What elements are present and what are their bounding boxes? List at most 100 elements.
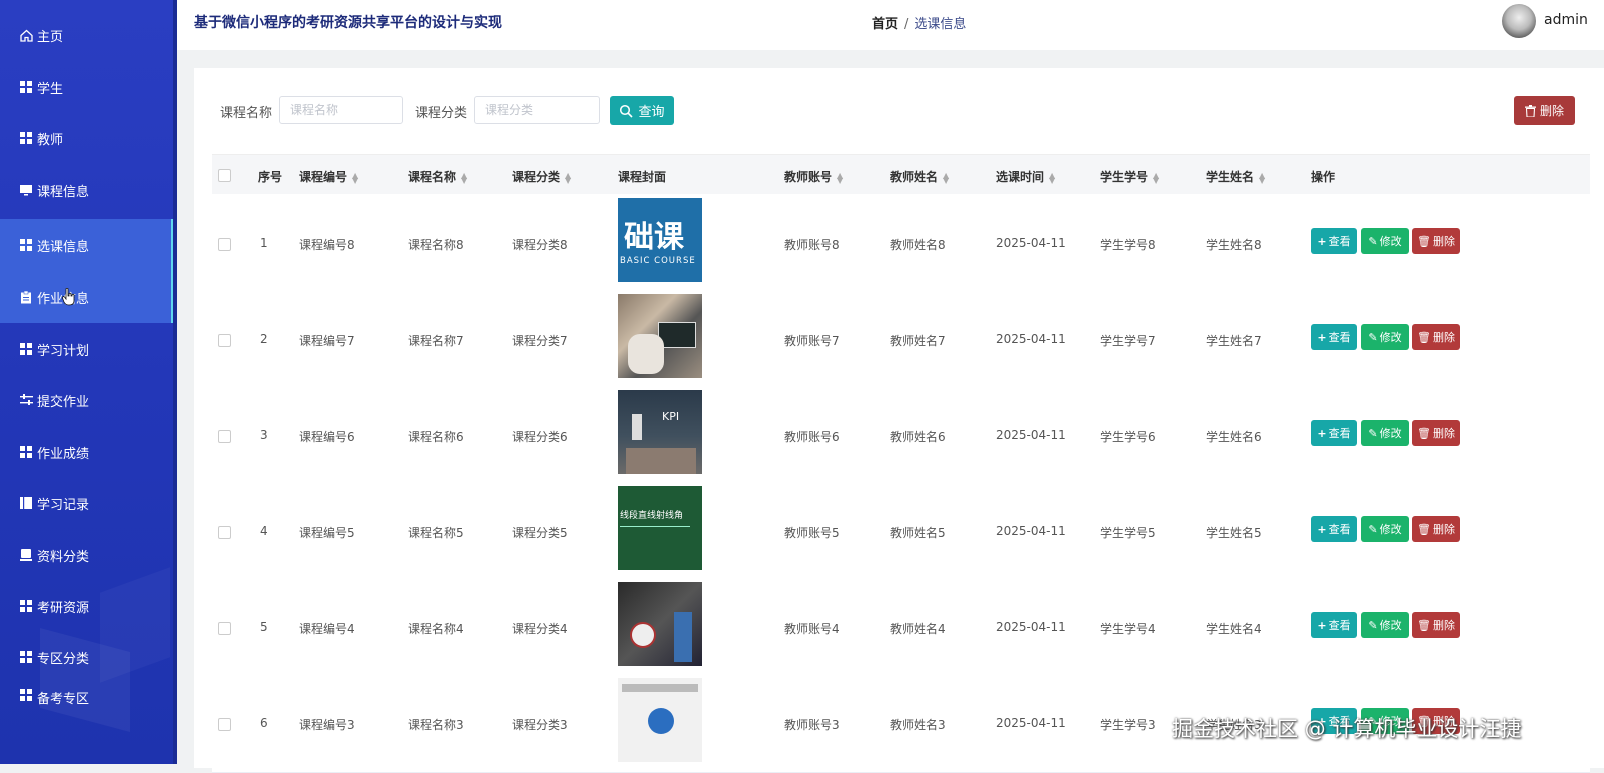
plus-icon: + (1317, 234, 1327, 248)
course-cover-image[interactable] (618, 294, 702, 378)
sidebar-item-students[interactable]: 学生 (0, 61, 177, 113)
sidebar-item-homework-scores[interactable]: 作业成绩 (0, 426, 177, 478)
row-checkbox[interactable] (218, 334, 231, 347)
cell-select-time: 2025-04-11 (996, 620, 1066, 634)
cell-select-time: 2025-04-11 (996, 428, 1066, 442)
plus-icon: + (1317, 426, 1327, 440)
view-button[interactable]: + 查看 (1311, 420, 1357, 446)
row-checkbox[interactable] (218, 622, 231, 635)
course-cover-image[interactable] (618, 582, 702, 666)
sidebar-item-submit-homework[interactable]: 提交作业 (0, 374, 177, 426)
edit-label: 修改 (1379, 235, 1402, 248)
edit-label: 修改 (1379, 331, 1402, 344)
sidebar-item-material-categories[interactable]: 资料分类 (0, 529, 177, 581)
course-category-input[interactable] (474, 96, 600, 124)
sidebar-item-teachers[interactable]: 教师 (0, 112, 177, 164)
delete-label: 删除 (1432, 331, 1455, 344)
header-course-category[interactable]: 课程分类 ▲ ▼ (512, 168, 571, 185)
view-button[interactable]: + 查看 (1311, 324, 1357, 350)
sidebar-item-course-selection[interactable]: 选课信息 (0, 219, 177, 271)
delete-button[interactable]: 🗑 删除 (1412, 612, 1460, 638)
cell-course-name: 课程名称7 (408, 334, 464, 348)
view-button[interactable]: + 查看 (1311, 516, 1357, 542)
plus-icon: + (1317, 330, 1327, 344)
sidebar-item-study-records[interactable]: 学习记录 (0, 477, 177, 529)
row-checkbox[interactable] (218, 430, 231, 443)
header-student-name[interactable]: 学生姓名 ▲ ▼ (1206, 168, 1265, 185)
header-teacher-account[interactable]: 教师账号 ▲ ▼ (784, 168, 843, 185)
search-button[interactable]: 查询 (610, 96, 674, 125)
cell-student-name: 学生姓名6 (1206, 430, 1262, 444)
breadcrumb-home[interactable]: 首页 (872, 17, 898, 32)
cell-course-category: 课程分类8 (512, 238, 568, 252)
site-title: 基于微信小程序的考研资源共享平台的设计与实现 (194, 15, 502, 31)
delete-button[interactable]: 🗑 删除 (1412, 516, 1460, 542)
header-select-time[interactable]: 选课时间 ▲ ▼ (996, 168, 1055, 185)
edit-icon: ✎ (1368, 234, 1378, 248)
sidebar-item-label: 学习记录 (37, 497, 90, 513)
header-actions: 操作 (1311, 170, 1336, 184)
view-button[interactable]: + 查看 (1311, 228, 1357, 254)
course-name-input[interactable] (279, 96, 403, 124)
watermark: 掘金技术社区 @ 计算机毕业设计汪捷 (1172, 717, 1522, 741)
header-course-name[interactable]: 课程名称 ▲ ▼ (408, 168, 467, 185)
select-all-checkbox[interactable] (218, 169, 231, 182)
sort-icon: ▲ ▼ (1049, 170, 1056, 185)
course-cover-image[interactable]: 础课 BASIC COURSE (618, 198, 702, 282)
username[interactable]: admin (1544, 12, 1588, 28)
course-cover-image[interactable]: 线段直线射线角 (618, 486, 702, 570)
cover-title: KPI (662, 410, 680, 423)
table-row: 4 课程编号5 课程名称5 课程分类5 线段直线射线角 教师账号5 教师姓名5 2025-04… (212, 482, 1590, 581)
course-cover-image[interactable]: KPI (618, 390, 702, 474)
cell-index: 2 (260, 332, 268, 346)
cell-teacher-account: 教师账号8 (784, 238, 840, 252)
table-row: 1 课程编号8 课程名称8 课程分类8 础课 BASIC COURSE 教师账号8 教师姓名8… (212, 194, 1590, 293)
view-label: 查看 (1328, 523, 1351, 536)
edit-button[interactable]: ✎ 修改 (1361, 612, 1409, 638)
header-student-no[interactable]: 学生学号 ▲ ▼ (1100, 168, 1159, 185)
batch-delete-button[interactable]: 删除 (1514, 96, 1575, 125)
edit-button[interactable]: ✎ 修改 (1361, 516, 1409, 542)
cell-course-no: 课程编号5 (299, 526, 355, 540)
sidebar-item-study-plan[interactable]: 学习计划 (0, 323, 177, 375)
avatar[interactable] (1502, 4, 1536, 38)
hand-cursor-icon (62, 288, 75, 306)
course-cover-image[interactable] (618, 678, 702, 762)
sidebar-item-exam-prep-zone[interactable]: 备考专区 (0, 688, 177, 708)
row-checkbox[interactable] (218, 526, 231, 539)
header-course-no[interactable]: 课程编号 ▲ ▼ (299, 168, 358, 185)
sort-icon: ▲ ▼ (352, 170, 359, 185)
trash-icon: 🗑 (1417, 330, 1431, 344)
book-icon (19, 496, 33, 510)
delete-button[interactable]: 🗑 删除 (1412, 420, 1460, 446)
sidebar-item-course-info[interactable]: 课程信息 (0, 164, 177, 216)
delete-label: 删除 (1432, 523, 1455, 536)
grid-icon (19, 445, 33, 459)
sidebar-item-home[interactable]: 主页 (0, 9, 177, 61)
sidebar-item-homework-info[interactable]: 作业信息 (0, 271, 177, 323)
cell-student-no: 学生学号4 (1100, 622, 1156, 636)
sidebar-item-exam-resources[interactable]: 考研资源 (0, 580, 177, 632)
cell-teacher-name: 教师姓名7 (890, 334, 946, 348)
cell-index: 3 (260, 428, 268, 442)
header-teacher-name[interactable]: 教师姓名 ▲ ▼ (890, 168, 949, 185)
delete-label: 删除 (1432, 619, 1455, 632)
view-button[interactable]: + 查看 (1311, 612, 1357, 638)
row-checkbox[interactable] (218, 238, 231, 251)
header-course-cover: 课程封面 (618, 170, 667, 184)
cell-student-name: 学生姓名5 (1206, 526, 1262, 540)
sidebar-item-zone-categories[interactable]: 专区分类 (0, 631, 177, 683)
view-label: 查看 (1328, 331, 1351, 344)
sort-icon: ▲ ▼ (1259, 170, 1266, 185)
content-card: 课程名称 课程分类 查询 删除 序号 课程编号▲▼ 课程名称▲▼ 课程分类▲▼ … (194, 68, 1604, 773)
cell-index: 1 (260, 236, 268, 250)
row-checkbox[interactable] (218, 718, 231, 731)
edit-button[interactable]: ✎ 修改 (1361, 420, 1409, 446)
edit-button[interactable]: ✎ 修改 (1361, 228, 1409, 254)
edit-button[interactable]: ✎ 修改 (1361, 324, 1409, 350)
delete-button[interactable]: 🗑 删除 (1412, 228, 1460, 254)
cell-course-category: 课程分类7 (512, 334, 568, 348)
delete-button[interactable]: 🗑 删除 (1412, 324, 1460, 350)
grid-icon (19, 238, 33, 252)
cell-teacher-account: 教师账号7 (784, 334, 840, 348)
